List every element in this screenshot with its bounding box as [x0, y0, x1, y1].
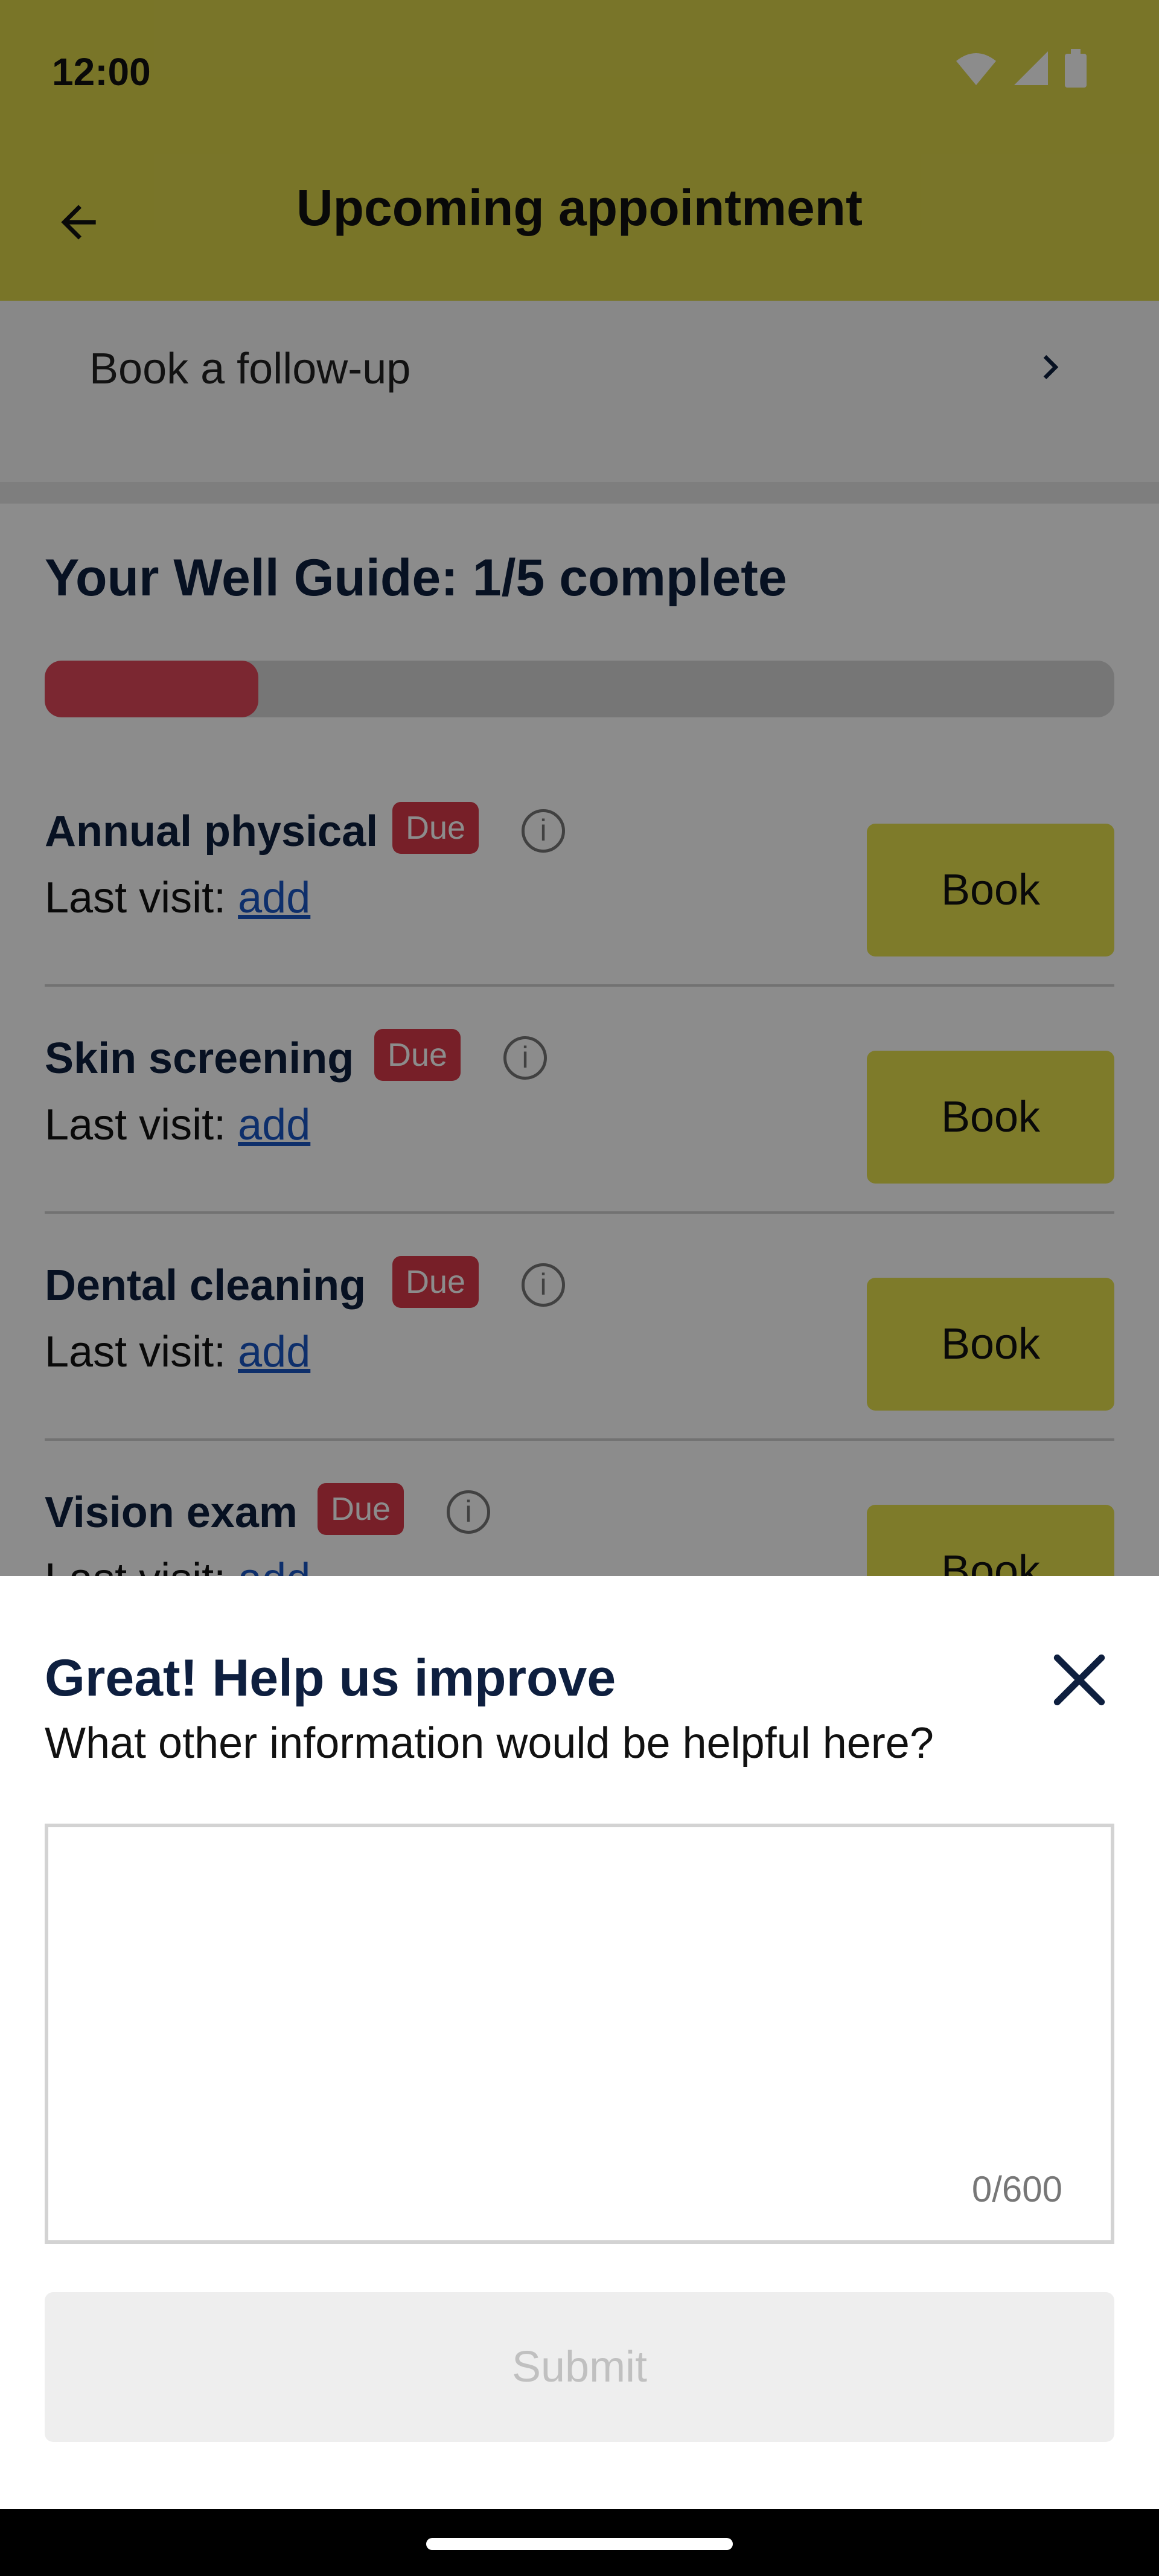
home-gesture-handle[interactable]	[426, 2538, 733, 2550]
screen: 12:00 Upcoming appointment Book a follow…	[0, 0, 1159, 2576]
sheet-title: Great! Help us improve	[45, 1649, 616, 1707]
feedback-bottom-sheet: Great! Help us improve What other inform…	[0, 1576, 1159, 2509]
submit-button[interactable]: Submit	[45, 2292, 1114, 2442]
modal-scrim[interactable]	[0, 0, 1159, 1576]
sheet-subtitle: What other information would be helpful …	[45, 1719, 934, 1767]
system-nav-bar	[0, 2509, 1159, 2576]
close-icon	[1046, 1647, 1113, 1716]
close-button[interactable]	[1038, 1640, 1120, 1722]
feedback-textarea[interactable]: 0/600	[45, 1824, 1114, 2244]
character-counter: 0/600	[971, 2169, 1062, 2209]
